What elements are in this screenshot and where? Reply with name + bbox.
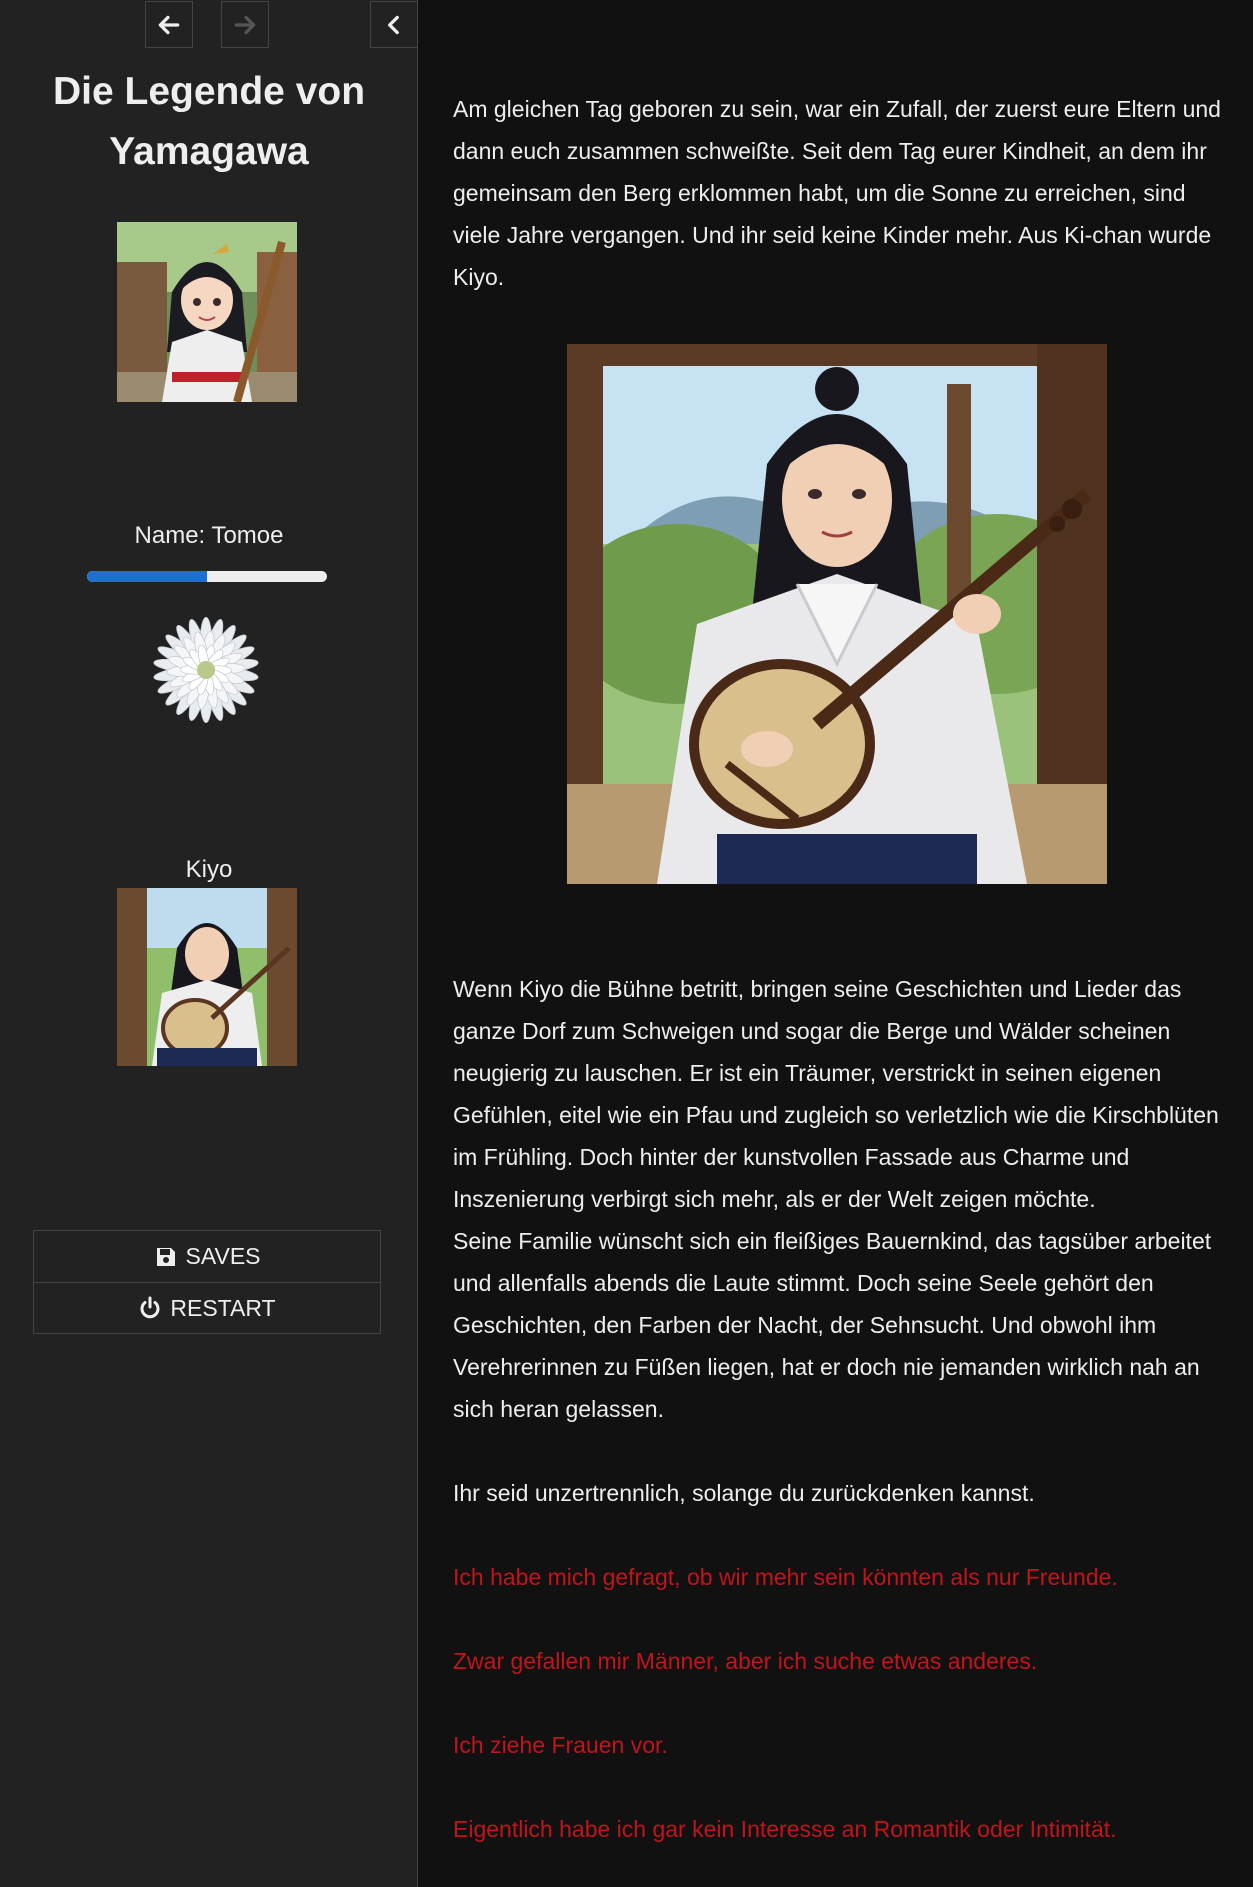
story-title: Die Legende von Yamagawa	[52, 70, 366, 173]
choice-link[interactable]: Ich ziehe Frauen vor.	[453, 1724, 1233, 1766]
saves-label: SAVES	[185, 1243, 261, 1269]
progress-bar-fill	[87, 571, 207, 582]
passage: Am gleichen Tag geboren zu sein, war ein…	[453, 88, 1233, 1850]
restart-label: RESTART	[170, 1294, 276, 1321]
restart-button[interactable]: RESTART	[34, 1282, 380, 1333]
arrow-left-icon	[158, 15, 180, 34]
power-icon	[140, 1296, 160, 1319]
sidebar-menu: SAVES RESTART	[33, 1230, 381, 1334]
choice-link[interactable]: Eigentlich habe ich gar kein Interesse a…	[453, 1808, 1233, 1850]
choice-link[interactable]: Zwar gefallen mir Männer, aber ich suche…	[453, 1640, 1233, 1682]
npc-portrait	[117, 888, 297, 1066]
white-chrysanthemum-icon	[153, 616, 259, 724]
choice-link[interactable]: Ich habe mich gefragt, ob wir mehr sein …	[453, 1556, 1233, 1598]
passage-paragraph: Am gleichen Tag geboren zu sein, war ein…	[453, 96, 1221, 290]
sidebar-stow-button[interactable]	[370, 1, 418, 48]
passage-paragraph: Seine Familie wünscht sich ein fleißiges…	[453, 1228, 1212, 1422]
player-portrait	[117, 222, 297, 402]
saves-button[interactable]: SAVES	[34, 1231, 380, 1282]
chevron-left-icon	[388, 15, 399, 34]
history-back-button[interactable]	[145, 1, 193, 48]
progress-bar	[87, 571, 327, 582]
player-name-label: Name: Tomoe	[134, 522, 284, 549]
arrow-right-icon	[234, 15, 256, 34]
kiyo-illustration	[567, 344, 1107, 884]
history-forward-button[interactable]	[221, 1, 269, 48]
sidebar: Die Legende von Yamagawa Name: Tomoe Kiy…	[0, 0, 418, 1887]
passage-paragraph: Ihr seid unzertrennlich, solange du zurü…	[453, 1480, 1035, 1506]
npc-name-label: Kiyo	[185, 856, 233, 883]
passage-paragraph: Wenn Kiyo die Bühne betritt, bringen sei…	[453, 976, 1219, 1212]
floppy-disk-icon	[156, 1247, 175, 1266]
